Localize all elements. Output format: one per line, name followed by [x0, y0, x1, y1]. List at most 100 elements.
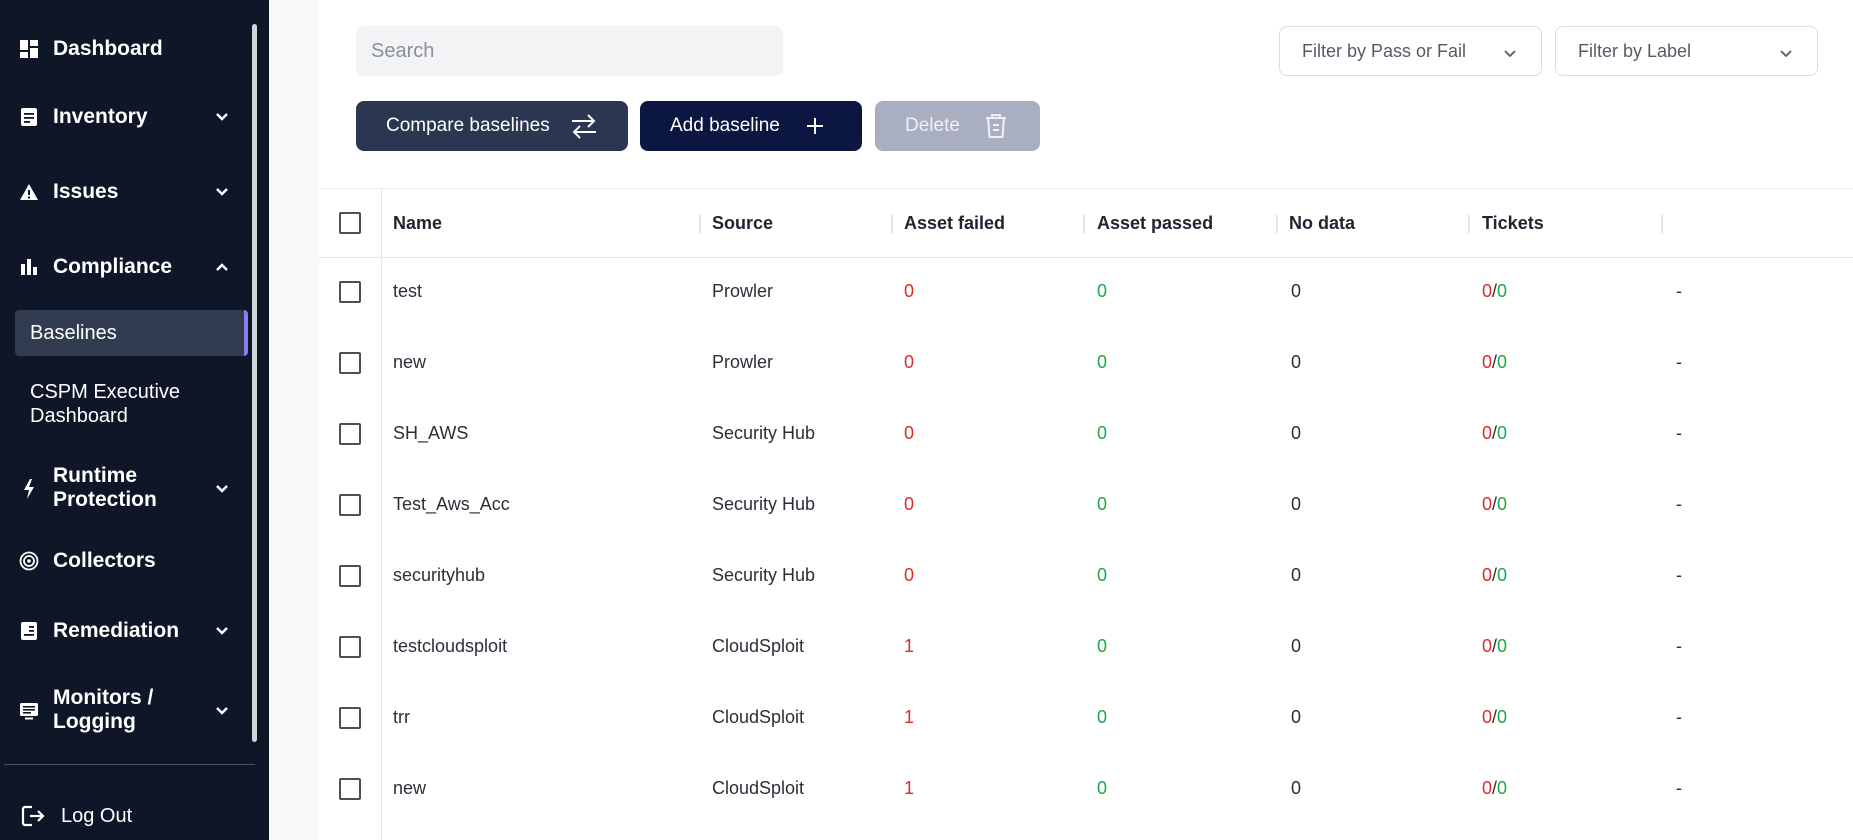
column-header-name[interactable]: Name — [393, 213, 442, 234]
cell-tickets: 0/0 — [1482, 352, 1507, 373]
cell-asset-passed: 0 — [1097, 707, 1108, 727]
cell-extra: - — [1676, 352, 1682, 372]
sidebar-item-label: Collectors — [53, 549, 156, 572]
chevron-down-icon — [212, 479, 232, 499]
row-checkbox[interactable] — [339, 281, 361, 303]
table-row[interactable]: testcloudsploit CloudSploit 1 0 0 0/0 - — [319, 613, 1853, 684]
cell-asset-passed: 0 — [1097, 352, 1108, 372]
table-body: test Prowler 0 0 0 0/0 - new Prowler 0 0… — [319, 258, 1853, 826]
row-checkbox[interactable] — [339, 707, 361, 729]
cell-extra: - — [1676, 423, 1682, 443]
cell-source: CloudSploit — [712, 636, 805, 656]
chevron-up-icon — [212, 257, 232, 277]
cell-name: testcloudsploit — [393, 636, 508, 656]
cell-no-data: 0 — [1291, 281, 1302, 301]
tickets-failed: 0 — [1482, 423, 1493, 443]
sidebar-item-label: Remediation — [53, 619, 180, 642]
table-row[interactable]: new Prowler 0 0 0 0/0 - — [319, 329, 1853, 400]
cell-no-data: 0 — [1291, 494, 1302, 514]
table-row[interactable]: new CloudSploit 1 0 0 0/0 - — [319, 755, 1853, 826]
row-checkbox[interactable] — [339, 423, 361, 445]
column-divider — [1276, 215, 1278, 233]
sidebar-subitem-cspm-executive-dashboard[interactable]: CSPM Executive Dashboard — [15, 380, 235, 430]
cell-source: Security Hub — [712, 494, 816, 514]
column-header-asset-passed[interactable]: Asset passed — [1097, 213, 1213, 234]
cell-name: test — [393, 281, 423, 301]
column-header-source[interactable]: Source — [712, 213, 773, 234]
delete-button[interactable]: Delete — [875, 101, 1040, 151]
baselines-table: Name Source Asset failed Asset passed No… — [319, 188, 1853, 826]
filter-label-select[interactable]: Filter by Label — [1555, 26, 1818, 76]
chevron-down-icon — [212, 107, 232, 127]
cell-tickets: 0/0 — [1482, 707, 1507, 728]
logout-button[interactable]: Log Out — [0, 803, 254, 829]
sidebar-item-remediation[interactable]: Remediation — [0, 618, 254, 644]
row-checkbox[interactable] — [339, 352, 361, 374]
cell-extra: - — [1676, 565, 1682, 585]
sidebar-item-label: Inventory — [53, 105, 148, 128]
main-area: Filter by Pass or Fail Filter by Label C… — [269, 0, 1853, 840]
column-header-tickets[interactable]: Tickets — [1482, 213, 1544, 234]
cell-asset-passed: 0 — [1097, 778, 1108, 798]
table-row[interactable]: trr CloudSploit 1 0 0 0/0 - — [319, 684, 1853, 755]
sidebar-item-monitors-logging[interactable]: Monitors / Logging — [0, 686, 254, 736]
tickets-failed: 0 — [1482, 281, 1493, 301]
document-icon — [18, 620, 40, 642]
table-frozen-divider — [381, 188, 382, 840]
inventory-icon — [18, 106, 40, 128]
cell-asset-passed: 0 — [1097, 494, 1108, 514]
cell-extra: - — [1676, 281, 1682, 301]
sidebar-item-label: Compliance — [53, 255, 173, 278]
row-checkbox[interactable] — [339, 494, 361, 516]
sidebar-item-dashboard[interactable]: Dashboard — [0, 36, 254, 62]
sidebar-item-runtime-protection[interactable]: Runtime Protection — [0, 464, 254, 514]
cell-tickets: 0/0 — [1482, 494, 1507, 515]
sidebar-item-inventory[interactable]: Inventory — [0, 104, 254, 130]
tickets-passed: 0 — [1497, 423, 1508, 443]
column-divider — [1661, 215, 1663, 233]
tickets-failed: 0 — [1482, 707, 1493, 727]
tickets-passed: 0 — [1497, 778, 1508, 798]
add-baseline-button[interactable]: Add baseline — [640, 101, 862, 151]
sidebar-item-compliance[interactable]: Compliance — [0, 254, 254, 280]
column-header-asset-failed[interactable]: Asset failed — [904, 213, 1005, 234]
select-all-checkbox[interactable] — [339, 212, 361, 234]
cell-tickets: 0/0 — [1482, 281, 1507, 302]
column-header-no-data[interactable]: No data — [1289, 213, 1355, 234]
sidebar-subitem-baselines[interactable]: Baselines — [15, 310, 248, 356]
row-checkbox[interactable] — [339, 565, 361, 587]
sidebar-item-issues[interactable]: Issues — [0, 179, 254, 205]
table-row[interactable]: SH_AWS Security Hub 0 0 0 0/0 - — [319, 400, 1853, 471]
dashboard-icon — [18, 38, 40, 60]
compare-baselines-button[interactable]: Compare baselines — [356, 101, 628, 151]
sidebar-item-collectors[interactable]: Collectors — [0, 548, 254, 574]
tickets-passed: 0 — [1497, 636, 1508, 656]
cell-tickets: 0/0 — [1482, 636, 1507, 657]
cell-asset-failed: 0 — [904, 494, 915, 514]
table-row[interactable]: test Prowler 0 0 0 0/0 - — [319, 258, 1853, 329]
tickets-failed: 0 — [1482, 636, 1493, 656]
column-divider — [1083, 215, 1085, 233]
cell-asset-failed: 0 — [904, 423, 915, 443]
chevron-down-icon — [212, 182, 232, 202]
row-checkbox[interactable] — [339, 778, 361, 800]
column-divider — [699, 215, 701, 233]
add-baseline-label: Add baseline — [670, 115, 780, 136]
delete-label: Delete — [905, 115, 960, 136]
table-header: Name Source Asset failed Asset passed No… — [319, 188, 1853, 258]
search-input[interactable] — [356, 26, 783, 76]
table-row[interactable]: Test_Aws_Acc Security Hub 0 0 0 0/0 - — [319, 471, 1853, 542]
logout-label: Log Out — [61, 805, 133, 827]
sidebar-item-label: Dashboard — [53, 37, 163, 60]
sidebar-item-label: Issues — [53, 180, 119, 203]
cell-source: CloudSploit — [712, 778, 805, 798]
sidebar-item-label: Monitors / Logging — [53, 686, 154, 733]
cell-tickets: 0/0 — [1482, 778, 1507, 799]
compare-baselines-label: Compare baselines — [386, 115, 550, 136]
cell-asset-failed: 0 — [904, 352, 915, 372]
table-row[interactable]: securityhub Security Hub 0 0 0 0/0 - — [319, 542, 1853, 613]
filter-pass-fail-select[interactable]: Filter by Pass or Fail — [1279, 26, 1542, 76]
chevron-down-icon — [212, 621, 232, 641]
row-checkbox[interactable] — [339, 636, 361, 658]
monitor-icon — [18, 700, 40, 722]
